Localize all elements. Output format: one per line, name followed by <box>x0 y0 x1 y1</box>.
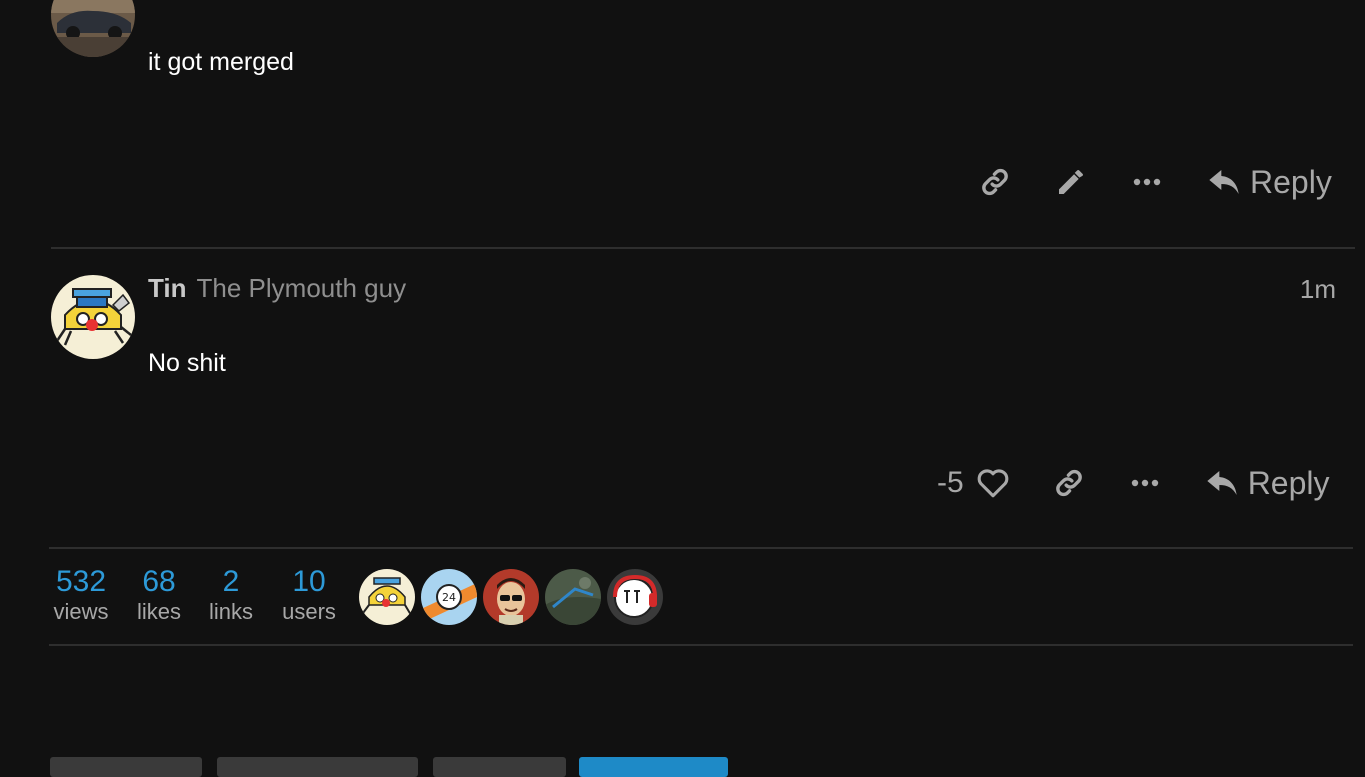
stat-users[interactable]: 10 users <box>277 566 341 626</box>
reply-arrow-icon <box>1207 471 1237 495</box>
participant-avatar-landscape[interactable] <box>545 569 601 625</box>
footer-button[interactable] <box>433 757 566 777</box>
post-time[interactable]: 1m <box>1300 274 1336 305</box>
participant-avatar-tin[interactable] <box>359 569 415 625</box>
post-author-avatar[interactable] <box>51 275 135 359</box>
reply-primary-button[interactable] <box>579 757 728 777</box>
reply-button[interactable]: Reply <box>1208 164 1332 201</box>
post-body: it got merged <box>148 48 294 76</box>
link-icon[interactable] <box>978 165 1012 199</box>
stat-label: views <box>53 599 109 624</box>
participant-avatar-headset[interactable] <box>607 569 663 625</box>
reply-label: Reply <box>1247 464 1330 501</box>
stat-number: 68 <box>142 565 176 598</box>
link-icon[interactable] <box>1052 466 1086 500</box>
summary-divider <box>49 644 1353 646</box>
username[interactable]: Tin <box>148 273 187 304</box>
like-count[interactable]: -5 <box>937 466 964 500</box>
stat-label: likes <box>136 599 181 624</box>
post-actions: -5 Reply <box>937 465 1330 501</box>
stat-number: 2 <box>222 565 240 598</box>
more-options-icon[interactable] <box>1130 165 1164 199</box>
heart-icon[interactable] <box>976 466 1010 500</box>
post-actions: Reply <box>978 164 1332 200</box>
footer-button[interactable] <box>217 757 418 777</box>
stat-views: 532 views <box>51 566 111 626</box>
stat-label: links <box>208 599 253 624</box>
post-divider <box>51 247 1355 249</box>
stat-likes[interactable]: 68 likes <box>132 566 186 626</box>
stat-number: 10 <box>292 565 326 598</box>
svg-text:24: 24 <box>442 591 456 604</box>
edit-pencil-icon[interactable] <box>1054 165 1088 199</box>
reply-button[interactable]: Reply <box>1206 465 1330 502</box>
user-title: The Plymouth guy <box>196 273 407 303</box>
reply-label: Reply <box>1250 163 1332 200</box>
post-author-avatar[interactable] <box>51 0 135 57</box>
post-body: No shit <box>148 349 226 377</box>
stat-links[interactable]: 2 links <box>204 566 258 626</box>
more-options-icon[interactable] <box>1128 466 1162 500</box>
participant-avatar-24-badge[interactable]: 24 <box>421 569 477 625</box>
post-divider <box>49 547 1353 549</box>
reply-arrow-icon <box>1209 170 1239 194</box>
post-author-info: Tin The Plymouth guy <box>148 273 406 304</box>
footer-button[interactable] <box>50 757 202 777</box>
participant-avatar-sunglasses-man[interactable] <box>483 569 539 625</box>
stat-label: users <box>282 599 336 624</box>
stat-number: 532 <box>55 565 107 598</box>
